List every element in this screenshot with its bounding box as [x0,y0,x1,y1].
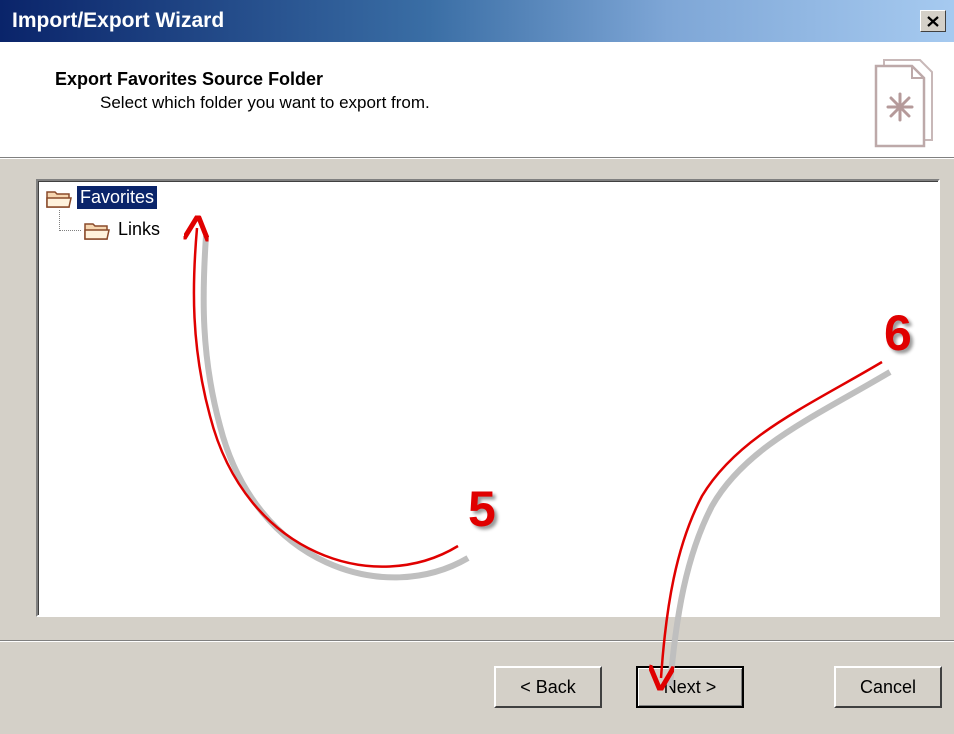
close-button[interactable] [920,10,946,32]
folder-tree-inner: Favorites Links [38,181,938,615]
tree-item-favorites[interactable]: Favorites [45,186,158,209]
next-button[interactable]: Next > [636,666,744,708]
back-button[interactable]: < Back [494,666,602,708]
tree-item-links[interactable]: Links [83,218,163,241]
tree-item-label: Links [118,219,161,239]
import-export-wizard-window: Import/Export Wizard Export Favorites So… [0,0,954,734]
tree-item-label: Favorites [77,186,158,209]
folder-tree[interactable]: Favorites Links [36,179,940,617]
wizard-page-icon [874,59,933,148]
close-icon [927,15,939,27]
cancel-button[interactable]: Cancel [834,666,942,708]
window-title: Import/Export Wizard [12,9,225,32]
folder-icon [84,222,110,240]
title-bar[interactable]: Import/Export Wizard [0,0,954,42]
page-title: Export Favorites Source Folder [55,69,324,89]
step-6-label: 6 [884,305,912,361]
tree-connector [59,210,60,231]
header-divider [0,158,954,159]
folder-icon [46,190,72,208]
wizard-header: Export Favorites Source Folder Select wh… [0,42,954,158]
step-5-label: 5 [468,481,496,537]
tree-connector [59,230,81,231]
footer-divider-highlight [0,641,954,642]
page-subtitle: Select which folder you want to export f… [100,93,430,112]
